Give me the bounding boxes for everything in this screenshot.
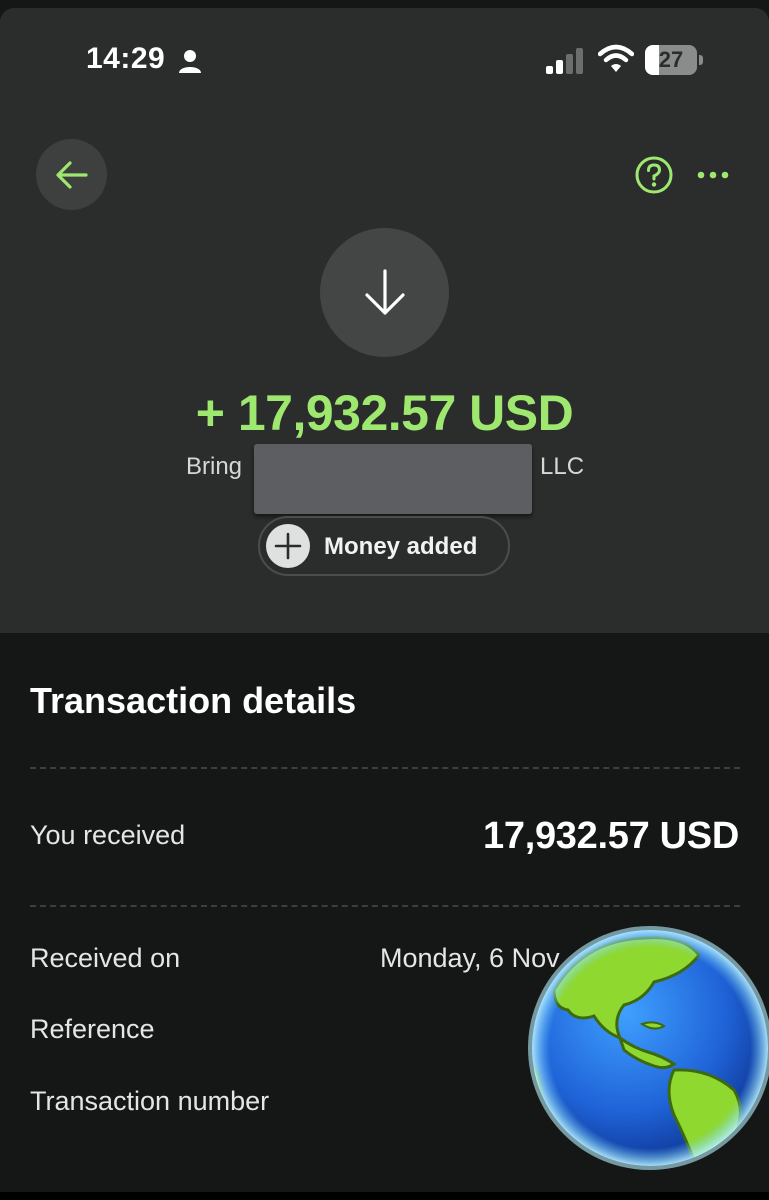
transaction-amount: + 17,932.57 USD: [195, 385, 574, 441]
app-screen: 14:29 27 + 17,932.57 USD Bring LLC Money…: [0, 0, 769, 1200]
plus-icon: [266, 524, 310, 568]
wifi-icon: [598, 44, 634, 72]
received-on-label: Received on: [30, 943, 181, 973]
ellipsis-icon[interactable]: [694, 160, 734, 190]
battery-level: 27: [658, 47, 684, 72]
divider: [30, 767, 740, 769]
question-circle-icon[interactable]: [634, 155, 674, 195]
back-button[interactable]: [36, 139, 107, 210]
received-value: 17,932.57 USD: [483, 815, 739, 857]
divider: [30, 905, 740, 907]
arrow-down-icon: [364, 268, 405, 315]
bottom-edge: [0, 1192, 769, 1200]
battery-icon: 27: [645, 45, 703, 75]
reference-label: Reference: [30, 1014, 155, 1044]
globe-icon: [528, 926, 769, 1170]
transaction-number-label: Transaction number: [30, 1086, 270, 1116]
status-label: Money added: [324, 533, 478, 560]
person-icon: [179, 50, 201, 73]
status-time: 14:29: [86, 42, 166, 75]
sender-name-start: Bring: [186, 453, 243, 480]
signal-icon: [546, 48, 583, 74]
sender-name-end: LLC: [540, 453, 585, 480]
redaction-box: [254, 444, 532, 514]
arrow-left-icon: [55, 160, 88, 189]
incoming-direction-badge: [320, 228, 449, 357]
status-pill[interactable]: Money added: [258, 516, 510, 576]
section-title: Transaction details: [30, 680, 357, 721]
received-label: You received: [30, 820, 186, 850]
